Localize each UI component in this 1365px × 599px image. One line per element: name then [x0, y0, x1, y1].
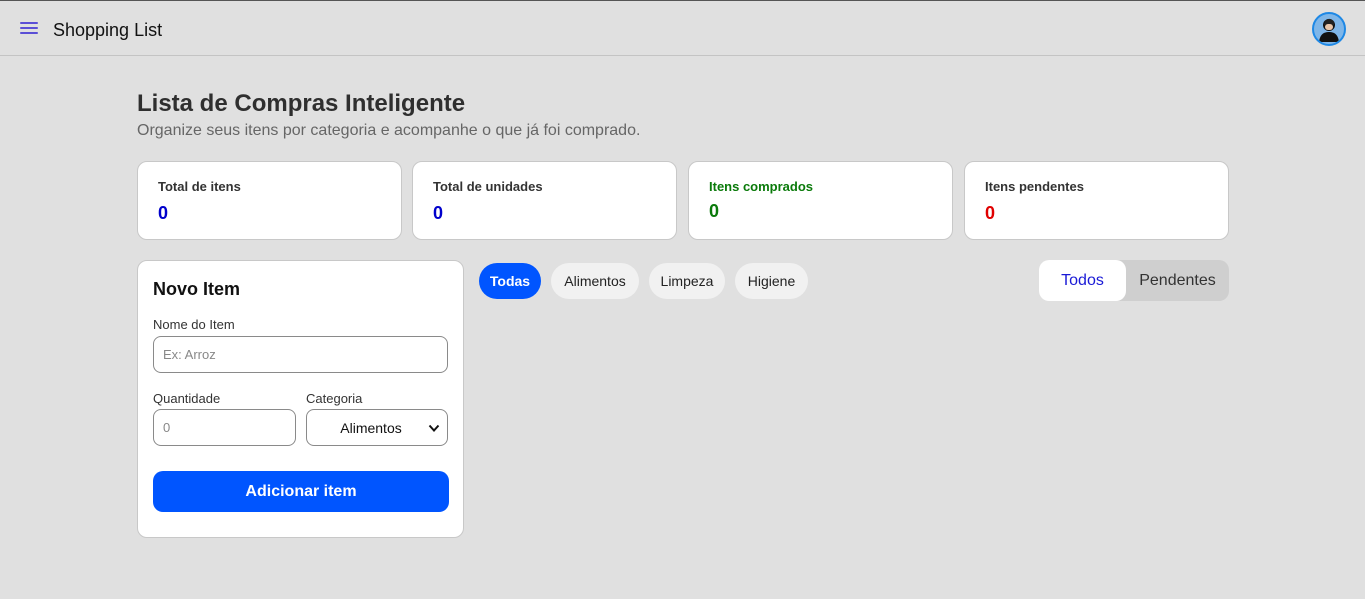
- stat-card-total-unidades: Total de unidades 0: [412, 161, 677, 240]
- status-toggle: Todos Pendentes: [1039, 260, 1229, 301]
- filter-pill-limpeza[interactable]: Limpeza: [649, 263, 725, 299]
- page-subtitle: Organize seus itens por categoria e acom…: [137, 122, 641, 139]
- stat-label: Itens comprados: [709, 179, 814, 194]
- stat-value: 0: [433, 203, 444, 223]
- chevron-down-icon: [428, 424, 440, 432]
- stat-card-itens-comprados: Itens comprados 0: [688, 161, 953, 240]
- hamburger-menu-icon[interactable]: [20, 22, 38, 36]
- add-item-button[interactable]: Adicionar item: [153, 471, 449, 512]
- stat-card-total-itens: Total de itens 0: [137, 161, 402, 240]
- filter-pill-todas[interactable]: Todas: [479, 263, 541, 299]
- filter-pill-alimentos[interactable]: Alimentos: [551, 263, 639, 299]
- form-title: Novo Item: [153, 279, 241, 299]
- app-title: Shopping List: [53, 20, 163, 40]
- item-name-label: Nome do Item: [153, 317, 235, 332]
- toggle-pendentes[interactable]: Pendentes: [1126, 260, 1229, 301]
- stat-label: Total de unidades: [433, 179, 543, 194]
- filter-pill-higiene[interactable]: Higiene: [735, 263, 808, 299]
- quantity-label: Quantidade: [153, 391, 221, 406]
- stat-value: 0: [985, 203, 996, 223]
- category-select[interactable]: Alimentos: [306, 409, 448, 446]
- stat-value: 0: [709, 201, 720, 221]
- new-item-form: Novo Item Nome do Item Quantidade Catego…: [137, 260, 464, 538]
- quantity-input[interactable]: [153, 409, 296, 446]
- category-selected-value: Alimentos: [340, 420, 402, 436]
- category-label: Categoria: [306, 391, 363, 406]
- stat-value: 0: [158, 203, 169, 223]
- user-avatar-icon[interactable]: [1312, 12, 1346, 46]
- page-title: Lista de Compras Inteligente: [137, 90, 466, 117]
- item-name-input[interactable]: [153, 336, 448, 373]
- top-app-bar: Shopping List: [0, 0, 1365, 56]
- stat-label: Itens pendentes: [985, 179, 1084, 194]
- toggle-todos[interactable]: Todos: [1039, 260, 1126, 301]
- stat-card-itens-pendentes: Itens pendentes 0: [964, 161, 1229, 240]
- stat-label: Total de itens: [158, 179, 241, 194]
